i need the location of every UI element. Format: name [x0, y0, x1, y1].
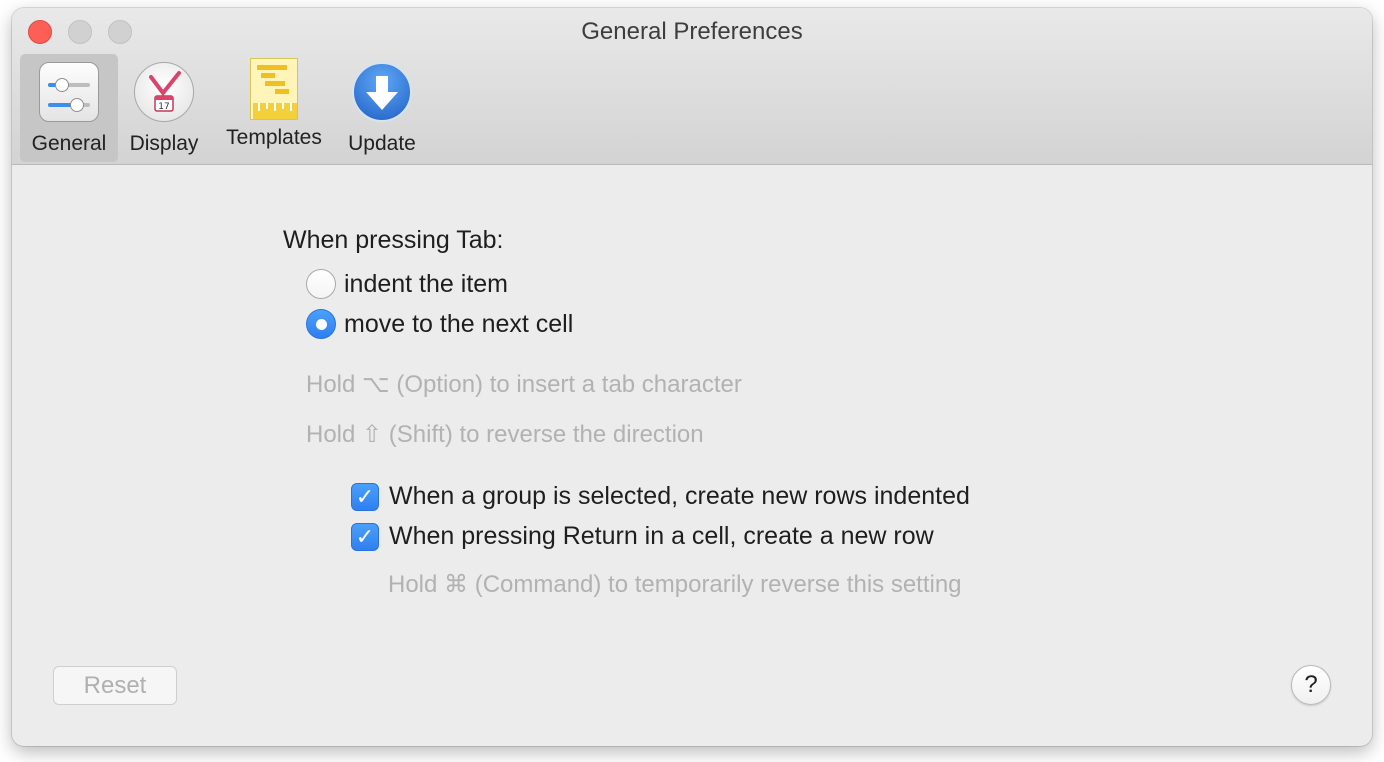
checkmark-icon[interactable]: ✓ [351, 482, 379, 511]
gantt-template-icon [250, 58, 298, 120]
radio-indent-item[interactable]: indent the item [306, 269, 508, 299]
radio-next-cell[interactable]: move to the next cell [306, 309, 573, 339]
radio-button[interactable] [306, 269, 336, 299]
tab-behavior-heading: When pressing Tab: [283, 226, 504, 254]
checkbox-return-new-row[interactable]: ✓ When pressing Return in a cell, create… [351, 522, 934, 551]
toolbar-tab-label: General [31, 132, 107, 155]
radio-label: indent the item [344, 269, 508, 298]
toolbar-tab-display[interactable]: 17 Display [122, 54, 206, 162]
hint-command-key: Hold ⌘ (Command) to temporarily reverse … [388, 571, 962, 598]
toolbar-tab-label: Update [348, 132, 416, 155]
svg-text:17: 17 [158, 102, 169, 112]
window-title: General Preferences [581, 18, 803, 45]
radio-button-selected[interactable] [306, 309, 336, 339]
hint-shift-key: Hold ⇧ (Shift) to reverse the direction [306, 421, 704, 448]
toolbar-tab-templates[interactable]: Templates [214, 54, 334, 162]
help-button[interactable]: ? [1291, 665, 1331, 705]
toolbar-tab-label: Templates [226, 126, 322, 149]
checkmark-icon[interactable]: ✓ [351, 522, 379, 551]
hint-option-key: Hold ⌥ (Option) to insert a tab characte… [306, 371, 742, 398]
download-arrow-icon [352, 62, 412, 122]
checkbox-group-indent[interactable]: ✓ When a group is selected, create new r… [351, 482, 970, 511]
reset-button[interactable]: Reset [53, 666, 177, 705]
preferences-content: When pressing Tab: indent the item move … [12, 166, 1372, 746]
sliders-icon [39, 62, 99, 122]
toolbar-tab-label: Display [129, 132, 199, 155]
toolbar-tab-general[interactable]: General [20, 54, 118, 162]
calendar-clock-icon: 17 [134, 62, 194, 122]
toolbar-tab-update[interactable]: Update [340, 54, 424, 162]
preferences-window: General Preferences General 17 Display T… [12, 8, 1372, 746]
checkbox-label: When pressing Return in a cell, create a… [389, 522, 934, 550]
checkbox-label: When a group is selected, create new row… [389, 482, 970, 510]
radio-label: move to the next cell [344, 309, 574, 338]
title-bar: General Preferences General 17 Display T… [12, 8, 1372, 165]
